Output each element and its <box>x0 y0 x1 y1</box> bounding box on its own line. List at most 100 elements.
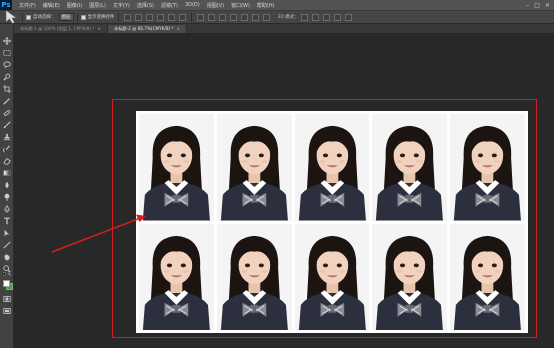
menu-file[interactable]: 文件(F) <box>19 2 36 9</box>
menu-type[interactable]: 文字(Y) <box>113 2 130 9</box>
distribute-left-icon[interactable] <box>229 13 237 21</box>
history-brush-icon <box>3 144 10 153</box>
options-bar: 自动选择： 图层 显示变换控件 3D 模式： <box>0 10 554 24</box>
align-top-icon[interactable] <box>123 13 131 21</box>
3d-roll-icon[interactable] <box>311 13 319 21</box>
lasso-icon <box>3 61 11 68</box>
menu-3d[interactable]: 3D(D) <box>185 2 200 8</box>
screen-mode-icon <box>3 307 11 314</box>
crop-tool[interactable] <box>2 84 12 93</box>
bandage-icon <box>3 109 11 116</box>
tab-close-icon[interactable]: × <box>177 26 181 31</box>
document-tab-bar: 未标题-1 @ 100% (图层 1, CMYK/8) * × 未标题-2 @ 6… <box>14 24 554 33</box>
divider <box>22 12 23 22</box>
foreground-color-swatch[interactable] <box>3 280 10 287</box>
tool-preset-picker[interactable] <box>3 10 19 24</box>
move-icon <box>3 36 11 45</box>
align-middle-icon[interactable] <box>134 13 142 21</box>
3d-mode-label: 3D 模式： <box>277 15 299 20</box>
auto-select-label: 自动选择： <box>33 15 56 20</box>
marquee-tool[interactable] <box>2 48 12 57</box>
menu-select[interactable]: 选择(S) <box>137 2 154 9</box>
quick-mask-button[interactable] <box>2 294 12 303</box>
menu-bar: Ps 文件(F) 编辑(E) 图像(I) 图层(L) 文字(Y) 选择(S) 滤… <box>0 0 554 10</box>
pen-icon <box>4 204 10 213</box>
divider <box>117 12 119 22</box>
tools-panel <box>0 24 14 348</box>
quick-select-icon <box>3 73 11 81</box>
pen-tool[interactable] <box>2 204 12 213</box>
distribute-bottom-icon[interactable] <box>218 13 226 21</box>
show-transform-label: 显示变换控件 <box>87 15 115 20</box>
window-controls: – □ ✕ <box>526 2 554 9</box>
tab-document-1[interactable]: 未标题-1 @ 100% (图层 1, CMYK/8) * × <box>14 25 109 33</box>
history-brush-tool[interactable] <box>2 144 12 153</box>
gradient-icon <box>3 169 11 176</box>
marquee-icon <box>3 49 11 56</box>
menu-layer[interactable]: 图层(L) <box>89 2 106 9</box>
distribute-middle-icon[interactable] <box>207 13 215 21</box>
auto-select-checkbox[interactable] <box>26 14 31 20</box>
line-shape-icon <box>3 240 11 249</box>
move-tool[interactable] <box>2 36 12 45</box>
menu-image[interactable]: 图像(I) <box>67 2 82 9</box>
eyedropper-tool[interactable] <box>2 96 12 105</box>
quick-mask-icon <box>3 295 11 302</box>
maximize-button[interactable]: □ <box>534 2 540 9</box>
menu-view[interactable]: 视图(V) <box>207 2 224 9</box>
type-tool[interactable] <box>2 216 12 225</box>
3d-scale-icon[interactable] <box>344 13 352 21</box>
dodge-icon <box>4 193 10 201</box>
align-left-icon[interactable] <box>156 13 164 21</box>
tab-label: 未标题-1 @ 100% (图层 1, CMYK/8) * <box>20 26 95 31</box>
auto-align-icon[interactable] <box>262 13 270 21</box>
align-center-icon[interactable] <box>167 13 175 21</box>
swap-colors-icon <box>3 272 11 276</box>
move-tool-icon <box>6 10 16 24</box>
tab-label: 未标题-2 @ 66.7%(CMYK/8) * <box>114 26 174 31</box>
dodge-tool[interactable] <box>2 192 12 201</box>
tab-close-icon[interactable]: × <box>98 26 102 31</box>
tab-document-2[interactable]: 未标题-2 @ 66.7%(CMYK/8) * × <box>108 25 188 33</box>
path-select-icon <box>4 229 9 236</box>
minimize-button[interactable]: – <box>526 2 529 9</box>
clone-stamp-tool[interactable] <box>2 132 12 141</box>
show-transform-checkbox[interactable] <box>80 14 86 20</box>
auto-select-dropdown[interactable]: 图层 <box>58 13 74 21</box>
blur-tool[interactable] <box>2 180 12 189</box>
gradient-tool[interactable] <box>2 168 12 177</box>
menu-edit[interactable]: 编辑(E) <box>43 2 60 9</box>
divider <box>190 12 192 22</box>
quick-select-tool[interactable] <box>2 72 12 81</box>
divider <box>76 12 78 22</box>
menu-filter[interactable]: 滤镜(T) <box>161 2 178 9</box>
path-selection-tool[interactable] <box>2 228 12 237</box>
default-colors-button[interactable] <box>2 272 12 278</box>
close-button[interactable]: ✕ <box>545 2 550 9</box>
shape-tool[interactable] <box>2 240 12 249</box>
brush-icon <box>3 120 11 128</box>
menu-window[interactable]: 窗口(W) <box>231 2 250 9</box>
eyedropper-icon <box>3 97 10 105</box>
type-icon <box>4 217 10 224</box>
distribute-top-icon[interactable] <box>196 13 204 21</box>
hand-tool[interactable] <box>2 252 12 261</box>
3d-drag-icon[interactable] <box>322 13 330 21</box>
distribute-center-icon[interactable] <box>240 13 248 21</box>
hand-icon <box>4 253 10 260</box>
drop-icon <box>5 181 9 188</box>
3d-rotate-icon[interactable] <box>300 13 308 21</box>
healing-brush-tool[interactable] <box>2 108 12 117</box>
menu-help[interactable]: 帮助(H) <box>257 2 275 9</box>
eraser-tool[interactable] <box>2 156 12 165</box>
highlight-rectangle <box>112 99 537 338</box>
stamp-icon <box>3 133 11 140</box>
lasso-tool[interactable] <box>2 60 12 69</box>
screen-mode-button[interactable] <box>2 306 12 315</box>
crop-icon <box>3 84 11 93</box>
3d-slide-icon[interactable] <box>333 13 341 21</box>
brush-tool[interactable] <box>2 120 12 129</box>
align-right-icon[interactable] <box>178 13 186 21</box>
align-bottom-icon[interactable] <box>145 13 153 21</box>
distribute-right-icon[interactable] <box>251 13 259 21</box>
